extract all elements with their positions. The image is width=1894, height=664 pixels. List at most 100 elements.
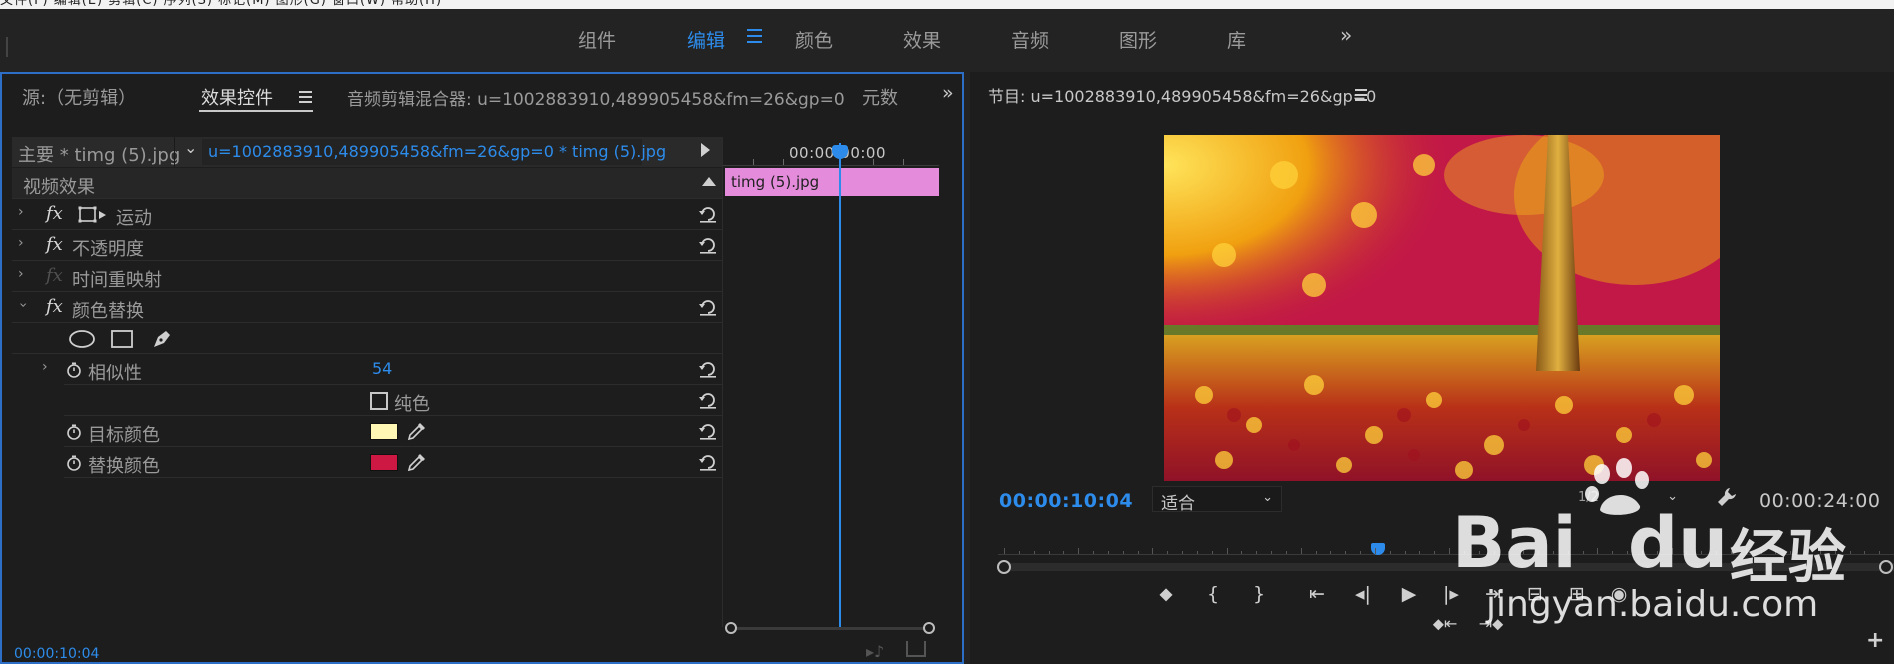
hamburger-menu-icon[interactable] [747,28,762,44]
reset-icon[interactable] [698,205,718,223]
timeline-zoom-scrollbar[interactable] [725,622,935,634]
master-clip-label[interactable]: 主要 * timg (5).jpg [18,141,180,167]
fx-badge-icon[interactable]: fx [46,234,63,255]
target-color-swatch[interactable] [370,423,398,440]
scrub-tick [1582,551,1584,554]
scrub-tick [1819,548,1821,554]
workspace-tab-assembly[interactable]: 组件 [578,26,616,53]
replace-color-swatch[interactable] [370,454,398,471]
eyedropper-icon[interactable] [406,420,428,442]
step-forward-icon[interactable]: |▸ [1438,582,1464,606]
program-playhead[interactable] [1370,543,1385,555]
reset-icon[interactable] [698,236,718,254]
audio-filter-icon[interactable]: ▸♪ [866,642,884,661]
tab-source[interactable]: 源:（无剪辑） [22,84,136,110]
collapse-up-icon[interactable] [702,177,716,186]
button-editor-plus-icon[interactable]: + [1866,628,1884,653]
workspace-tab-color[interactable]: 颜色 [795,26,833,53]
workspace-tab-editing[interactable]: 编辑 [687,26,725,53]
fx-badge-icon[interactable]: fx [46,265,63,286]
scrub-out-handle[interactable] [1879,560,1893,574]
panel-menu-icon[interactable] [299,91,312,103]
scrub-tick [1167,551,1169,554]
program-current-timecode[interactable]: 00:00:10:04 [999,490,1133,512]
mark-out-icon[interactable]: } [1246,582,1272,606]
mark-in-icon[interactable]: { [1200,582,1226,606]
extract-icon[interactable]: ⊞ [1564,582,1590,606]
chevron-right-icon[interactable]: › [18,204,24,220]
wrench-icon[interactable] [1716,486,1738,508]
effect-row-motion[interactable]: › fx 运动 [12,199,722,230]
eyedropper-icon[interactable] [406,451,428,473]
step-back-icon[interactable]: ◂| [1350,582,1376,606]
effect-row-color-replace[interactable]: › fx 颜色替换 [12,292,722,323]
rectangle-mask-icon[interactable] [110,329,134,353]
workspace-tab-libraries[interactable]: 库 [1227,26,1246,53]
export-icon[interactable] [906,641,926,657]
overwrite-icon[interactable]: ⇥⬥ [1478,612,1504,636]
reset-icon[interactable] [698,422,718,440]
reset-icon[interactable] [698,391,718,409]
workspace-tab-graphics[interactable]: 图形 [1119,26,1157,53]
chevron-down-icon[interactable]: › [15,302,31,308]
scrollbar-right-handle[interactable] [923,622,935,634]
timeline-clip-label: timg (5).jpg [731,173,820,191]
similarity-value[interactable]: 54 [372,359,392,378]
effect-row-time-remapping[interactable]: › fx 时间重映射 [12,261,722,292]
play-icon[interactable]: ▶ [1396,582,1422,606]
param-row-solid: 纯色 [64,385,722,416]
workspace-tab-audio[interactable]: 音频 [1011,26,1049,53]
stopwatch-icon[interactable] [66,455,82,471]
fx-badge-icon[interactable]: fx [46,203,63,224]
program-scrubber[interactable] [997,528,1894,574]
effect-row-opacity[interactable]: › fx 不透明度 [12,230,722,261]
program-title[interactable]: 节目: u=1002883910,489905458&fm=26&gp=0 [988,83,1376,107]
reset-icon[interactable] [698,360,718,378]
sequence-clip-label[interactable]: u=1002883910,489905458&fm=26&gp=0 * timg… [208,142,666,161]
play-triangle-icon[interactable] [701,143,710,157]
zoom-fit-dropdown[interactable]: 适合 ⌄ [1152,486,1282,514]
double-chevron-right-icon[interactable]: » [942,82,954,104]
timeline-ruler[interactable]: 00:00:00:00 [723,137,939,167]
panel-menu-icon[interactable] [1355,89,1367,101]
transport-controls: ⬥ { } ⇤ ◂| ▶ |▸ ⇥ ⊟ ⊞ ◉ ⬥⇤ ⇥⬥ [970,582,1894,662]
stopwatch-icon[interactable] [66,362,82,378]
tab-audio-clip-mixer[interactable]: 音频剪辑混合器: u=1002883910,489905458&fm=26&gp… [347,85,845,110]
ellipse-mask-icon[interactable] [68,329,96,353]
tab-metadata[interactable]: 元数 [862,84,898,110]
fx-badge-icon[interactable]: fx [46,296,63,317]
chevron-right-icon[interactable]: › [18,266,24,282]
zoom-fit-value: 适合 [1161,494,1195,514]
param-label: 纯色 [394,394,430,415]
lift-icon[interactable]: ⊟ [1522,582,1548,606]
reset-icon[interactable] [698,453,718,471]
autumn-scene-image [1164,135,1720,481]
chevron-down-icon[interactable]: ⌄ [184,138,197,157]
scrub-tick [1597,548,1599,554]
menu-bar-text[interactable]: 文件(F) 编辑(E) 剪辑(C) 序列(S) 标记(M) 图形(G) 窗口(W… [0,0,442,8]
go-to-in-icon[interactable]: ⇤ [1304,582,1330,606]
scrub-tick [1419,551,1421,554]
chevron-right-icon[interactable]: › [42,359,48,375]
scrub-tick [1849,551,1851,554]
go-to-out-icon[interactable]: ⇥ [1480,582,1506,606]
double-chevron-right-icon[interactable]: » [1340,23,1352,47]
current-timecode[interactable]: 00:00:10:04 [14,646,99,662]
pen-mask-icon[interactable] [150,327,174,355]
playback-resolution-dropdown[interactable]: 1/2 ⌄ [1578,486,1678,512]
solid-checkbox[interactable] [370,392,388,410]
stopwatch-icon[interactable] [66,424,82,440]
reset-icon[interactable] [698,298,718,316]
insert-icon[interactable]: ⬥⇤ [1432,612,1458,636]
tab-effect-controls[interactable]: 效果控件 [201,84,273,110]
program-video-frame[interactable] [1164,135,1720,481]
scrollbar-left-handle[interactable] [725,622,737,634]
chevron-right-icon[interactable]: › [18,235,24,251]
add-marker-icon[interactable]: ⬥ [1153,582,1179,606]
scrub-in-handle[interactable] [997,560,1011,574]
timeline-clip[interactable]: timg (5).jpg [725,168,939,196]
effect-timeline[interactable]: 00:00:00:00 timg (5).jpg [722,137,939,627]
export-frame-icon[interactable]: ◉ [1606,582,1632,606]
workspace-tab-effects[interactable]: 效果 [903,26,941,53]
transform-icon[interactable] [78,205,108,225]
